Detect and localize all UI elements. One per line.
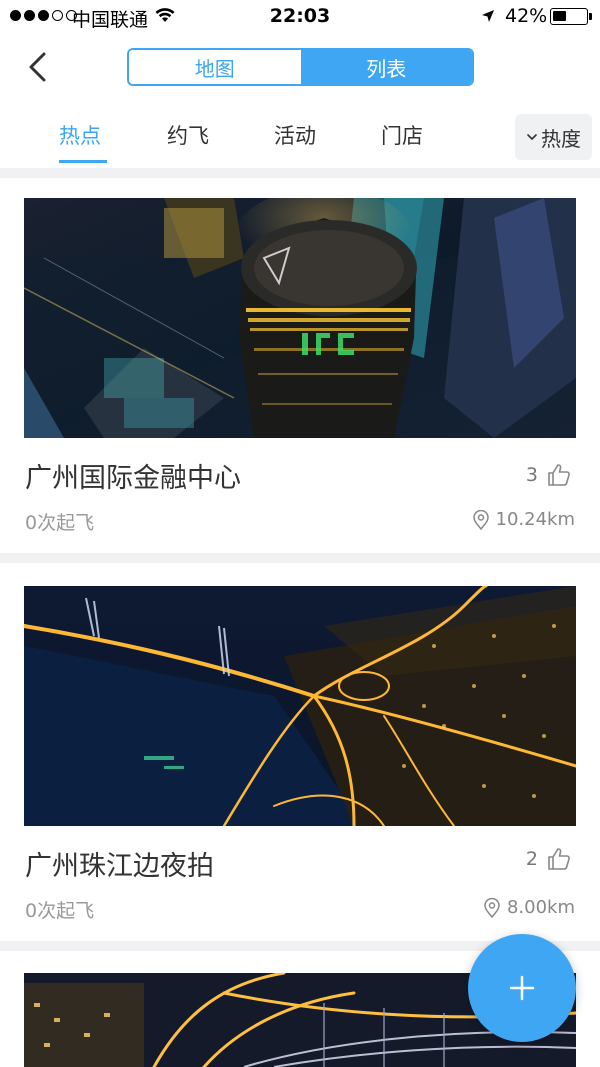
- location-arrow-icon: [482, 10, 494, 22]
- spot-card[interactable]: 广州国际金融中心 3 0次起飞 10.24km: [0, 198, 600, 553]
- flight-count: 0次起飞: [25, 900, 95, 922]
- night-skyscraper-image: [24, 198, 576, 438]
- spot-title: 广州国际金融中心: [25, 463, 241, 494]
- battery-icon: [550, 8, 588, 25]
- plus-icon: [509, 975, 535, 1001]
- view-mode-switch: 地图 列表: [127, 48, 474, 86]
- distance-value: 8.00km: [506, 897, 575, 918]
- thumbs-up-icon: [548, 848, 570, 870]
- tab-map-view[interactable]: 地图: [129, 50, 301, 84]
- back-button[interactable]: [22, 50, 56, 84]
- battery-tip: [589, 13, 592, 20]
- spot-photo: [24, 586, 576, 826]
- battery-percentage: 42%: [505, 5, 548, 27]
- add-spot-button[interactable]: [468, 934, 576, 1042]
- tab-stores[interactable]: 门店: [381, 120, 423, 150]
- sort-label: 热度: [541, 126, 581, 151]
- flight-count: 0次起飞: [25, 512, 95, 534]
- chevron-left-icon: [29, 52, 46, 82]
- category-tabs: 热点 约飞 活动 门店: [0, 110, 600, 166]
- battery-fill: [553, 11, 566, 21]
- tab-list-view[interactable]: 列表: [300, 50, 472, 84]
- like-count: 3: [525, 464, 538, 486]
- distance-value: 10.24km: [495, 509, 576, 530]
- thumbs-up-icon: [548, 464, 570, 486]
- chevron-down-icon: [527, 134, 537, 140]
- like-count: 2: [525, 848, 538, 870]
- section-divider: [0, 168, 600, 178]
- active-tab-indicator: [59, 160, 107, 163]
- spot-title: 广州珠江边夜拍: [25, 851, 214, 882]
- like-button[interactable]: 2: [526, 846, 572, 872]
- tab-events[interactable]: 活动: [274, 120, 316, 150]
- night-bridge-image: [24, 586, 576, 826]
- like-button[interactable]: 3: [526, 462, 572, 488]
- sort-dropdown[interactable]: 热度: [515, 114, 592, 160]
- tab-hotspot[interactable]: 热点: [59, 120, 101, 150]
- spot-card[interactable]: 广州珠江边夜拍 2 0次起飞 8.00km: [0, 586, 600, 941]
- spot-photo: [24, 198, 576, 438]
- status-bar: 中国联通 22:03 42%: [0, 0, 600, 34]
- location-pin-icon: [472, 509, 489, 530]
- section-divider: [0, 553, 600, 563]
- location-pin-icon: [484, 897, 500, 918]
- distance: 10.24km: [472, 509, 576, 530]
- distance: 8.00km: [483, 897, 575, 918]
- tab-fly-together[interactable]: 约飞: [167, 120, 209, 150]
